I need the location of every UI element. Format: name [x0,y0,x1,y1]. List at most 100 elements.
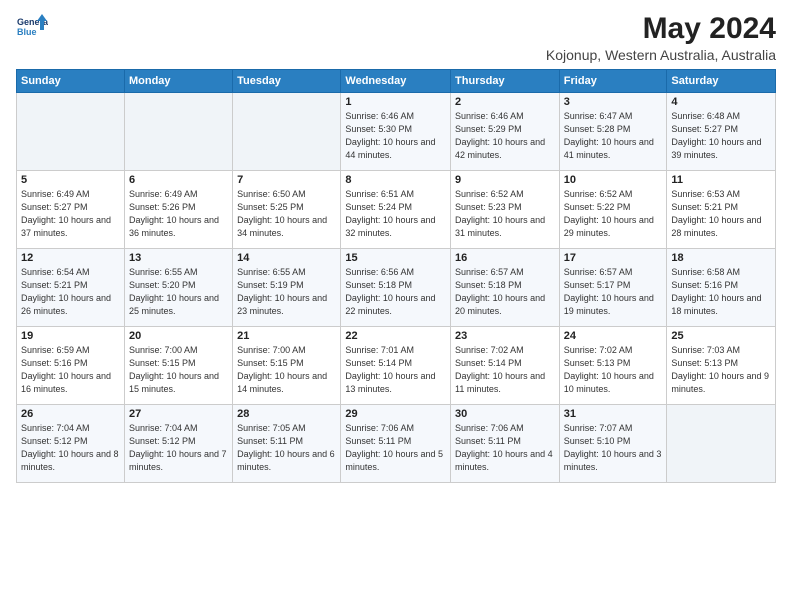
calendar-cell: 24 Sunrise: 7:02 AM Sunset: 5:13 PM Dayli… [559,327,667,405]
day-info: Sunrise: 6:57 AM Sunset: 5:17 PM Dayligh… [564,266,663,318]
calendar-cell: 16Sunrise: 6:57 AM Sunset: 5:18 PM Dayli… [451,249,560,327]
calendar-week-row: 19 Sunrise: 6:59 AM Sunset: 5:16 PM Dayli… [17,327,776,405]
day-number: 4 [671,96,771,108]
day-number: 10 [564,174,663,186]
day-number: 23 [455,330,555,342]
day-number: 19 [21,330,120,342]
calendar-header-row: SundayMondayTuesdayWednesdayThursdayFrid… [17,70,776,93]
day-info: Sunrise: 6:58 AM Sunset: 5:16 PM Dayligh… [671,266,771,318]
calendar-cell: 26 Sunrise: 7:04 AM Sunset: 5:12 PM Dayli… [17,405,125,483]
day-info: Sunrise: 7:06 AM Sunset: 5:11 PM Dayligh… [345,422,446,474]
day-header: Friday [559,70,667,93]
calendar-cell [233,93,341,171]
calendar-cell: 12 Sunrise: 6:54 AM Sunset: 5:21 PM Dayli… [17,249,125,327]
day-info: Sunrise: 7:02 AM Sunset: 5:14 PM Dayligh… [455,344,555,396]
day-info: Sunrise: 6:52 AM Sunset: 5:22 PM Dayligh… [564,188,663,240]
calendar-cell: 20 Sunrise: 7:00 AM Sunset: 5:15 PM Dayli… [124,327,232,405]
day-info: Sunrise: 6:51 AM Sunset: 5:24 PM Dayligh… [345,188,446,240]
calendar-cell: 17 Sunrise: 6:57 AM Sunset: 5:17 PM Dayli… [559,249,667,327]
day-number: 17 [564,252,663,264]
day-number: 26 [21,408,120,420]
calendar-cell: 11Sunrise: 6:53 AM Sunset: 5:21 PM Dayli… [667,171,776,249]
day-header: Wednesday [341,70,451,93]
calendar-cell: 15 Sunrise: 6:56 AM Sunset: 5:18 PM Dayli… [341,249,451,327]
day-info: Sunrise: 6:59 AM Sunset: 5:16 PM Dayligh… [21,344,120,396]
calendar-cell: 14Sunrise: 6:55 AM Sunset: 5:19 PM Dayli… [233,249,341,327]
day-number: 29 [345,408,446,420]
day-number: 15 [345,252,446,264]
calendar-cell: 18 Sunrise: 6:58 AM Sunset: 5:16 PM Dayli… [667,249,776,327]
calendar-cell: 22 Sunrise: 7:01 AM Sunset: 5:14 PM Dayli… [341,327,451,405]
day-info: Sunrise: 6:55 AM Sunset: 5:19 PM Dayligh… [237,266,336,318]
day-header: Tuesday [233,70,341,93]
calendar-cell [667,405,776,483]
day-info: Sunrise: 6:46 AM Sunset: 5:30 PM Dayligh… [345,110,446,162]
calendar-cell: 21 Sunrise: 7:00 AM Sunset: 5:15 PM Dayli… [233,327,341,405]
calendar-week-row: 1 Sunrise: 6:46 AM Sunset: 5:30 PM Daylig… [17,93,776,171]
title-block: May 2024 Kojonup, Western Australia, Aus… [546,12,776,63]
calendar-cell: 31 Sunrise: 7:07 AM Sunset: 5:10 PM Dayli… [559,405,667,483]
svg-text:Blue: Blue [17,27,37,37]
calendar-week-row: 12 Sunrise: 6:54 AM Sunset: 5:21 PM Dayli… [17,249,776,327]
day-number: 6 [129,174,228,186]
day-number: 1 [345,96,446,108]
logo-svg: General Blue [16,12,48,44]
day-number: 22 [345,330,446,342]
calendar-cell [17,93,125,171]
calendar-cell: 19 Sunrise: 6:59 AM Sunset: 5:16 PM Dayli… [17,327,125,405]
day-info: Sunrise: 6:47 AM Sunset: 5:28 PM Dayligh… [564,110,663,162]
day-number: 5 [21,174,120,186]
day-info: Sunrise: 6:57 AM Sunset: 5:18 PM Dayligh… [455,266,555,318]
day-info: Sunrise: 7:02 AM Sunset: 5:13 PM Dayligh… [564,344,663,396]
day-info: Sunrise: 6:53 AM Sunset: 5:21 PM Dayligh… [671,188,771,240]
day-number: 20 [129,330,228,342]
calendar-cell: 1 Sunrise: 6:46 AM Sunset: 5:30 PM Daylig… [341,93,451,171]
logo: General Blue [16,12,48,44]
day-number: 31 [564,408,663,420]
day-info: Sunrise: 7:00 AM Sunset: 5:15 PM Dayligh… [237,344,336,396]
day-header: Sunday [17,70,125,93]
calendar-cell: 30Sunrise: 7:06 AM Sunset: 5:11 PM Dayli… [451,405,560,483]
day-info: Sunrise: 7:00 AM Sunset: 5:15 PM Dayligh… [129,344,228,396]
calendar-week-row: 5Sunrise: 6:49 AM Sunset: 5:27 PM Daylig… [17,171,776,249]
day-header: Monday [124,70,232,93]
day-number: 13 [129,252,228,264]
calendar-cell: 25Sunrise: 7:03 AM Sunset: 5:13 PM Dayli… [667,327,776,405]
day-number: 3 [564,96,663,108]
calendar-cell: 9 Sunrise: 6:52 AM Sunset: 5:23 PM Daylig… [451,171,560,249]
day-info: Sunrise: 7:07 AM Sunset: 5:10 PM Dayligh… [564,422,663,474]
calendar-cell: 28 Sunrise: 7:05 AM Sunset: 5:11 PM Dayli… [233,405,341,483]
calendar: SundayMondayTuesdayWednesdayThursdayFrid… [16,69,776,483]
day-number: 12 [21,252,120,264]
page: General Blue May 2024 Kojonup, Western A… [0,0,792,612]
calendar-cell: 5Sunrise: 6:49 AM Sunset: 5:27 PM Daylig… [17,171,125,249]
day-info: Sunrise: 6:46 AM Sunset: 5:29 PM Dayligh… [455,110,555,162]
calendar-week-row: 26 Sunrise: 7:04 AM Sunset: 5:12 PM Dayli… [17,405,776,483]
day-info: Sunrise: 7:04 AM Sunset: 5:12 PM Dayligh… [129,422,228,474]
day-info: Sunrise: 6:54 AM Sunset: 5:21 PM Dayligh… [21,266,120,318]
day-info: Sunrise: 7:05 AM Sunset: 5:11 PM Dayligh… [237,422,336,474]
main-title: May 2024 [546,12,776,45]
calendar-cell: 4Sunrise: 6:48 AM Sunset: 5:27 PM Daylig… [667,93,776,171]
day-number: 9 [455,174,555,186]
header: General Blue May 2024 Kojonup, Western A… [16,12,776,63]
calendar-cell: 23 Sunrise: 7:02 AM Sunset: 5:14 PM Dayli… [451,327,560,405]
calendar-cell: 29 Sunrise: 7:06 AM Sunset: 5:11 PM Dayli… [341,405,451,483]
day-info: Sunrise: 7:04 AM Sunset: 5:12 PM Dayligh… [21,422,120,474]
day-number: 21 [237,330,336,342]
day-number: 18 [671,252,771,264]
day-number: 30 [455,408,555,420]
day-number: 24 [564,330,663,342]
day-info: Sunrise: 6:56 AM Sunset: 5:18 PM Dayligh… [345,266,446,318]
day-info: Sunrise: 6:52 AM Sunset: 5:23 PM Dayligh… [455,188,555,240]
day-info: Sunrise: 7:03 AM Sunset: 5:13 PM Dayligh… [671,344,771,396]
calendar-cell: 6Sunrise: 6:49 AM Sunset: 5:26 PM Daylig… [124,171,232,249]
day-number: 2 [455,96,555,108]
day-info: Sunrise: 7:01 AM Sunset: 5:14 PM Dayligh… [345,344,446,396]
calendar-cell [124,93,232,171]
day-number: 7 [237,174,336,186]
day-header: Thursday [451,70,560,93]
day-number: 28 [237,408,336,420]
calendar-cell: 13Sunrise: 6:55 AM Sunset: 5:20 PM Dayli… [124,249,232,327]
day-number: 8 [345,174,446,186]
